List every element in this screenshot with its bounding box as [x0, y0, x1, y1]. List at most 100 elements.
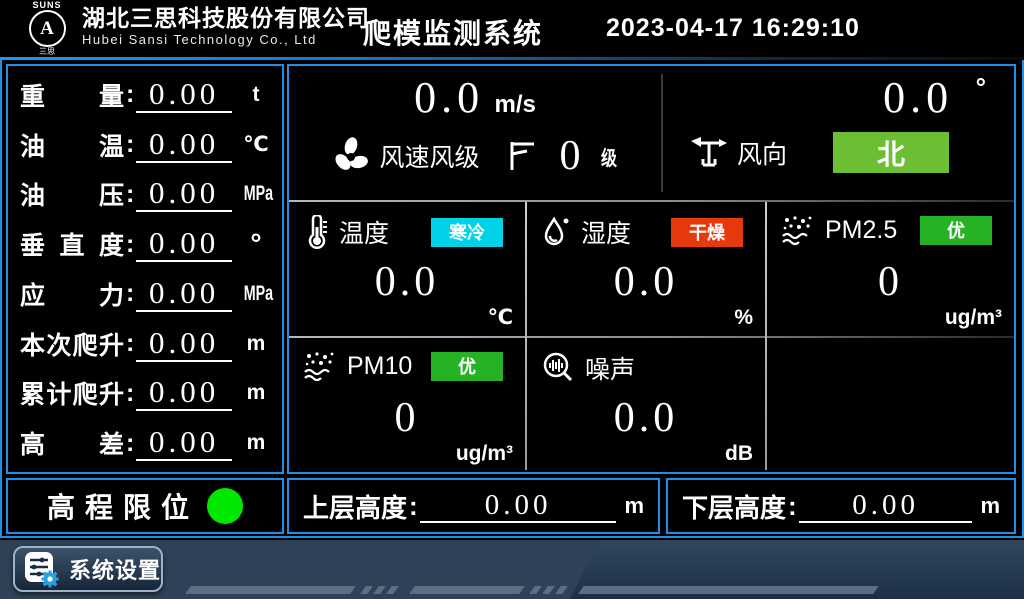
- pm10-value: 0: [289, 394, 525, 442]
- noise-cell: 噪声 0.0 dB: [527, 338, 765, 470]
- verticality-label: 垂直度: [20, 226, 124, 262]
- humidity-cell: 湿度 干燥 0.0 %: [527, 202, 765, 334]
- lower-level-unit: m: [980, 493, 1000, 519]
- row-oil-pressure: 油压: 0.00 MPa: [20, 170, 274, 218]
- footer-stripe: [578, 586, 879, 594]
- row-current-climb: 本次爬升: 0.00 m: [20, 320, 274, 368]
- humidity-value: 0.0: [527, 258, 765, 306]
- wind-direction-text: 北: [877, 133, 905, 173]
- logo-suns-text: SUNS: [22, 1, 72, 10]
- footer-stripe: [409, 586, 525, 594]
- thermometer-icon: [303, 215, 329, 249]
- verticality-unit: °: [238, 234, 274, 254]
- row-total-climb: 累计爬升: 0.00 m: [20, 369, 274, 417]
- page-title: 爬模监测系统: [338, 12, 568, 52]
- wind-direction-reading: 0.0 °: [883, 72, 986, 123]
- elevation-limit-box: 高程限位: [6, 478, 284, 534]
- height-diff-value: 0.00: [136, 425, 232, 461]
- wind-direction-value: 0.0: [883, 73, 953, 122]
- logo-cn-text: 三思: [22, 47, 72, 56]
- pm25-unit: ug/m³: [945, 306, 1002, 330]
- total-climb-unit: m: [238, 381, 274, 405]
- weight-unit: t: [238, 83, 274, 107]
- oil-pressure-label: 油压: [20, 176, 124, 212]
- settings-sliders-gear-icon: [23, 550, 61, 588]
- temperature-status-badge: 寒冷: [431, 218, 503, 247]
- wind-speed-reading: 0.0 m/s: [289, 72, 661, 123]
- pm10-status-badge: 优: [431, 352, 503, 381]
- measurement-sidebar: 重量: 0.00 t 油温: 0.00 ℃ 油压: 0.00 MPa 垂直度: …: [6, 64, 284, 474]
- upper-level-value: 0.00: [420, 489, 617, 523]
- row-weight: 重量: 0.00 t: [20, 71, 274, 119]
- wind-level-flag-icon: [506, 139, 538, 173]
- upper-level-box: 上层高度: 0.00 m: [287, 478, 660, 534]
- pm25-label: PM2.5: [825, 216, 897, 245]
- pm10-label: PM10: [347, 352, 412, 381]
- upper-level-label: 上层高度: [303, 488, 407, 525]
- droplet-icon: [541, 215, 571, 249]
- row-verticality: 垂直度: 0.00 °: [20, 220, 274, 268]
- elevation-limit-status-light: [207, 488, 243, 524]
- weight-label: 重量: [20, 77, 124, 113]
- temperature-cell: 温度 寒冷 0.0 ℃: [289, 202, 525, 334]
- total-climb-label: 累计爬升: [20, 375, 124, 411]
- wind-direction-badge: 北: [833, 132, 949, 173]
- pm10-cell: PM10 优 0 ug/m³: [289, 338, 525, 470]
- wind-speed-label: 风速风级: [379, 138, 479, 174]
- oil-pressure-value: 0.00: [136, 176, 232, 212]
- wind-speed-value: 0.0: [414, 73, 484, 122]
- system-settings-button[interactable]: 系统设置: [13, 546, 163, 592]
- footer-stripes: [188, 586, 876, 594]
- pm10-unit: ug/m³: [456, 442, 513, 466]
- current-climb-unit: m: [238, 332, 274, 356]
- current-climb-label: 本次爬升: [20, 326, 124, 362]
- humidity-label: 湿度: [581, 214, 631, 250]
- logo-mark-icon: A: [29, 10, 66, 47]
- noise-unit: dB: [725, 442, 753, 466]
- wind-speed-cell: 0.0 m/s 风速风级: [289, 66, 661, 200]
- stress-label: 应力: [20, 276, 124, 312]
- pm25-status-badge: 优: [920, 216, 992, 245]
- stress-unit: MPa: [244, 282, 268, 306]
- wind-level-value: 0: [560, 132, 581, 180]
- lower-level-value: 0.00: [799, 489, 973, 523]
- footer-stripe-slashes: [363, 586, 402, 594]
- verticality-value: 0.00: [136, 226, 232, 262]
- company-name-en: Hubei Sansi Technology Co., Ltd: [82, 31, 370, 48]
- dust-particles-icon: [781, 214, 815, 246]
- environment-panel: 0.0 m/s 风速风级: [287, 64, 1016, 474]
- height-diff-label: 高差: [20, 425, 124, 461]
- empty-cell: [767, 338, 1014, 470]
- current-climb-value: 0.00: [136, 326, 232, 362]
- oil-temp-value: 0.00: [136, 127, 232, 163]
- elevation-limit-label: 高程限位: [47, 486, 199, 526]
- temperature-label: 温度: [339, 214, 389, 250]
- total-climb-value: 0.00: [136, 375, 232, 411]
- wind-speed-unit: m/s: [495, 91, 536, 118]
- noise-meter-icon: [541, 351, 575, 385]
- wind-direction-label: 风向: [737, 135, 787, 171]
- header: SUNS A 三思 湖北三思科技股份有限公司 Hubei Sansi Techn…: [0, 0, 1024, 57]
- wind-level-row: 风速风级 0 级: [289, 132, 661, 180]
- humidity-unit: %: [734, 306, 753, 330]
- footer-stripe-slashes: [532, 586, 571, 594]
- humidity-status-badge: 干燥: [671, 218, 743, 247]
- fan-icon: [331, 136, 371, 176]
- row-height-diff: 高差: 0.00 m: [20, 419, 274, 467]
- row-oil-temp: 油温: 0.00 ℃: [20, 121, 274, 169]
- lower-level-box: 下层高度: 0.00 m: [666, 478, 1016, 534]
- oil-temp-unit: ℃: [238, 132, 274, 157]
- wind-vane-icon: [689, 135, 729, 171]
- wind-direction-unit: °: [976, 72, 986, 102]
- lower-level-label: 下层高度: [682, 488, 786, 525]
- dust-particles-icon: [303, 350, 337, 382]
- temperature-unit: ℃: [488, 305, 513, 330]
- wind-direction-cell: 0.0 °: [663, 66, 1014, 200]
- height-diff-unit: m: [238, 431, 274, 455]
- climbing-formwork-monitor-screen: SUNS A 三思 湖北三思科技股份有限公司 Hubei Sansi Techn…: [0, 0, 1024, 599]
- noise-value: 0.0: [527, 394, 765, 442]
- system-settings-label: 系统设置: [69, 553, 161, 585]
- upper-level-unit: m: [624, 493, 644, 519]
- company-name-cn: 湖北三思科技股份有限公司: [82, 5, 370, 31]
- wind-section: 0.0 m/s 风速风级: [289, 66, 1014, 200]
